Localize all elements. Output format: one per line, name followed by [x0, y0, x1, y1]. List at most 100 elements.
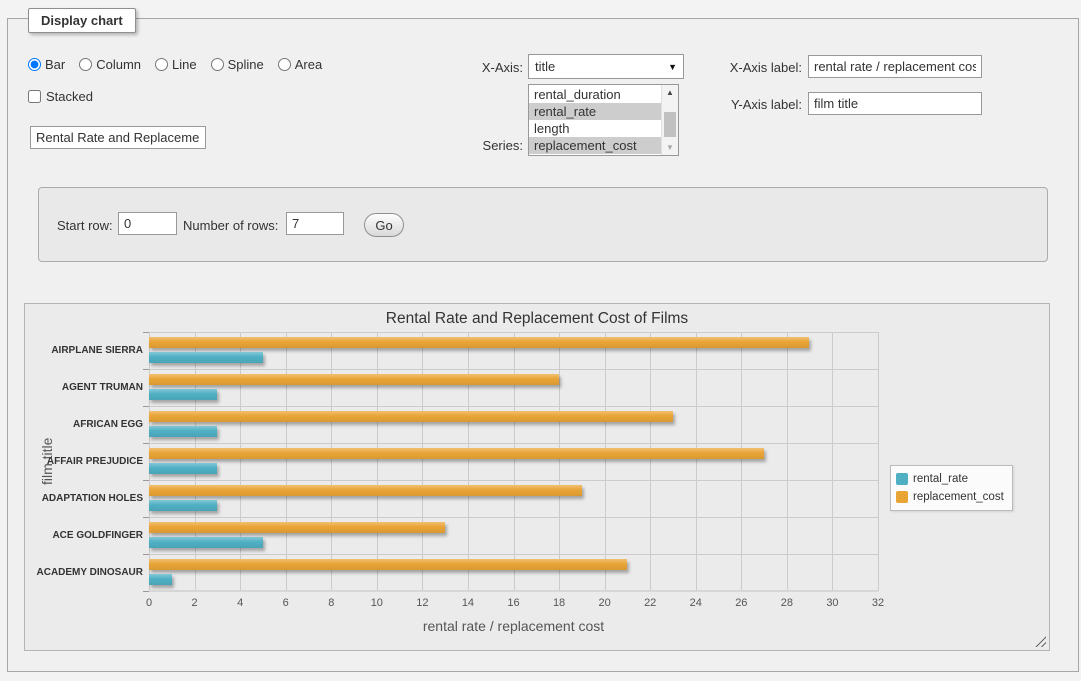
x-tick-label-14: 14	[462, 597, 474, 609]
chart-row	[149, 554, 878, 591]
series-scrollbar[interactable]: ▲ ▼	[661, 85, 678, 155]
chart-type-radio-label: Column	[96, 57, 141, 72]
bar-rental_rate	[149, 500, 217, 511]
chart-type-radio-line[interactable]	[155, 58, 168, 71]
x-axis-label-input[interactable]	[808, 55, 982, 78]
series-label: Series:	[420, 138, 523, 153]
chart-title-input[interactable]	[30, 126, 206, 149]
category-label: AGENT TRUMAN	[25, 369, 143, 406]
legend-swatch-rental_rate	[896, 473, 908, 485]
chart-row	[149, 480, 878, 517]
chart-type-radio-label: Spline	[228, 57, 264, 72]
start-row-label: Start row:	[57, 218, 113, 233]
x-tick-label-24: 24	[690, 597, 702, 609]
row-range-panel: Start row: Number of rows: Go	[38, 187, 1048, 262]
x-tick-label-4: 4	[237, 597, 243, 609]
chart-type-radio-label: Area	[295, 57, 322, 72]
x-tick-label-6: 6	[283, 597, 289, 609]
x-tick-label-20: 20	[599, 597, 611, 609]
bar-replacement_cost	[149, 485, 582, 496]
chart-panel: Rental Rate and Replacement Cost of Film…	[24, 303, 1050, 651]
num-rows-label: Number of rows:	[183, 218, 278, 233]
chart-type-option-spline[interactable]: Spline	[211, 57, 264, 72]
x-tick-label-18: 18	[553, 597, 565, 609]
chart-type-radio-spline[interactable]	[211, 58, 224, 71]
chart-type-radio-area[interactable]	[278, 58, 291, 71]
bar-rental_rate	[149, 426, 217, 437]
series-option-rental_rate[interactable]: rental_rate	[529, 103, 661, 120]
bar-replacement_cost	[149, 374, 559, 385]
category-label: ACADEMY DINOSAUR	[25, 554, 143, 591]
bar-rental_rate	[149, 537, 263, 548]
chart-type-option-area[interactable]: Area	[278, 57, 322, 72]
series-option-length[interactable]: length	[529, 120, 661, 137]
resize-handle-icon[interactable]	[1035, 636, 1046, 647]
chart-title: Rental Rate and Replacement Cost of Film…	[25, 310, 1049, 328]
series-option-replacement_cost[interactable]: replacement_cost	[529, 137, 661, 154]
stacked-checkbox-row: Stacked	[28, 89, 93, 104]
scrollbar-thumb[interactable]	[664, 112, 676, 137]
category-label: ACE GOLDFINGER	[25, 517, 143, 554]
x-axis-label-field-label: X-Axis label:	[700, 60, 802, 75]
category-label: AFRICAN EGG	[25, 406, 143, 443]
category-label: AIRPLANE SIERRA	[25, 332, 143, 369]
chart-legend: rental_rate replacement_cost	[890, 465, 1013, 511]
bar-rental_rate	[149, 463, 217, 474]
x-axis-label: X-Axis:	[420, 60, 523, 75]
chart-type-radio-group: Bar Column Line Spline Area	[28, 57, 322, 72]
x-tick-label-30: 30	[826, 597, 838, 609]
series-option-rental_duration[interactable]: rental_duration	[529, 86, 661, 103]
stacked-label: Stacked	[46, 89, 93, 104]
scroll-up-icon[interactable]: ▲	[662, 85, 678, 100]
bar-rental_rate	[149, 352, 263, 363]
chart-type-radio-column[interactable]	[79, 58, 92, 71]
fieldset-legend-title: Display chart	[28, 8, 136, 33]
x-axis-tick-labels: 02468101214161820222426283032	[149, 597, 878, 611]
legend-label: rental_rate	[913, 473, 968, 485]
x-axis-title: rental rate / replacement cost	[149, 618, 878, 634]
bar-replacement_cost	[149, 559, 627, 570]
bar-replacement_cost	[149, 337, 809, 348]
chart-row	[149, 517, 878, 554]
chart-row	[149, 443, 878, 480]
series-listbox[interactable]: rental_durationrental_ratelengthreplacem…	[528, 84, 679, 156]
category-label: AFFAIR PREJUDICE	[25, 443, 143, 480]
legend-item-rental_rate[interactable]: rental_rate	[896, 470, 1004, 488]
stacked-checkbox[interactable]	[28, 90, 41, 103]
bar-replacement_cost	[149, 522, 445, 533]
x-tick-label-8: 8	[328, 597, 334, 609]
legend-item-replacement_cost[interactable]: replacement_cost	[896, 488, 1004, 506]
x-axis-select[interactable]: title ▼	[528, 54, 684, 79]
y-axis-label-field-label: Y-Axis label:	[700, 97, 802, 112]
legend-swatch-replacement_cost	[896, 491, 908, 503]
category-label: ADAPTATION HOLES	[25, 480, 143, 517]
scroll-down-icon[interactable]: ▼	[662, 140, 678, 155]
gridline-x-32	[878, 332, 879, 591]
chart-row	[149, 332, 878, 369]
dropdown-arrow-icon: ▼	[668, 62, 677, 72]
bar-replacement_cost	[149, 448, 764, 459]
chart-type-radio-label: Line	[172, 57, 197, 72]
go-button[interactable]: Go	[364, 213, 404, 237]
x-axis-selected-value: title	[535, 59, 668, 74]
chart-type-radio-label: Bar	[45, 57, 65, 72]
chart-type-option-bar[interactable]: Bar	[28, 57, 65, 72]
start-row-input[interactable]	[118, 212, 177, 235]
x-tick-label-32: 32	[872, 597, 884, 609]
x-tick-label-10: 10	[371, 597, 383, 609]
bar-replacement_cost	[149, 411, 673, 422]
series-options: rental_durationrental_ratelengthreplacem…	[529, 86, 661, 154]
x-tick-label-26: 26	[735, 597, 747, 609]
x-tick-label-28: 28	[781, 597, 793, 609]
chart-type-option-line[interactable]: Line	[155, 57, 197, 72]
chart-row	[149, 369, 878, 406]
x-tick-label-16: 16	[507, 597, 519, 609]
chart-row	[149, 406, 878, 443]
x-tick-label-12: 12	[416, 597, 428, 609]
chart-type-option-column[interactable]: Column	[79, 57, 141, 72]
chart-type-radio-bar[interactable]	[28, 58, 41, 71]
legend-label: replacement_cost	[913, 491, 1004, 503]
x-tick-label-0: 0	[146, 597, 152, 609]
num-rows-input[interactable]	[286, 212, 344, 235]
y-axis-label-input[interactable]	[808, 92, 982, 115]
